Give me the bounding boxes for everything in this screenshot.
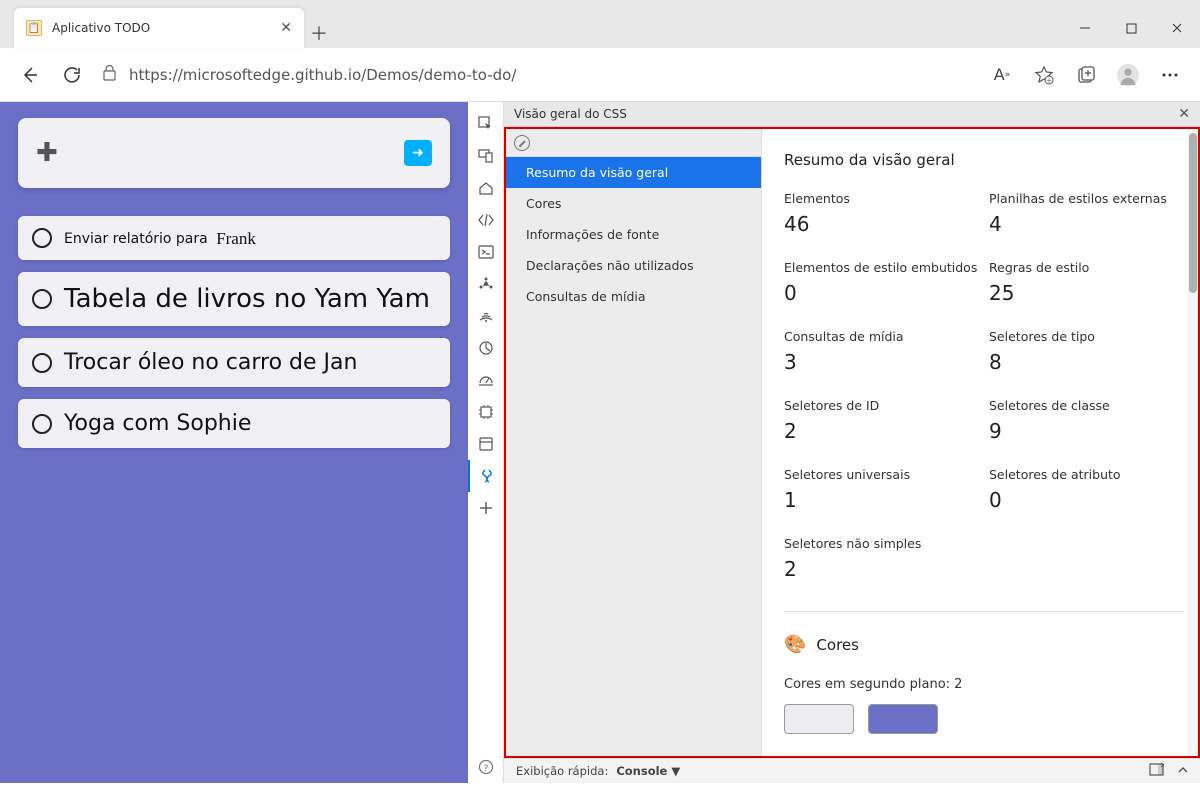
todo-item[interactable]: Trocar óleo no carro de Jan [18, 338, 450, 387]
todo-text: Tabela de livros no Yam Yam [64, 284, 430, 314]
color-swatch[interactable] [868, 704, 938, 734]
css-overview-body: Resumo da visão geral Cores Informações … [504, 127, 1200, 758]
refresh-button[interactable] [60, 63, 84, 87]
console-icon[interactable] [468, 236, 504, 268]
nav-item-summary[interactable]: Resumo da visão geral [506, 157, 761, 188]
todo-text: Enviar relatório para Frank [64, 228, 256, 248]
favorite-button[interactable]: + [1032, 63, 1056, 87]
read-aloud-button[interactable]: A» [990, 63, 1014, 87]
nav-item-media[interactable]: Consultas de mídia [506, 281, 761, 312]
color-swatch[interactable] [784, 704, 854, 734]
todo-item[interactable]: Enviar relatório para Frank [18, 216, 450, 260]
help-icon[interactable]: ? [468, 751, 504, 783]
divider [784, 611, 1184, 612]
summary-stats: Elementos46 Planilhas de estilos externa… [784, 191, 1184, 581]
network-icon[interactable] [468, 300, 504, 332]
new-tab-button[interactable]: ＋ [304, 18, 334, 48]
nav-item-fonts[interactable]: Informações de fonte [506, 219, 761, 250]
add-todo-card[interactable]: ✚ ➜ [18, 118, 450, 188]
todo-checkbox[interactable] [32, 228, 52, 248]
dock-icon[interactable] [1149, 763, 1164, 779]
nav-item-colors[interactable]: Cores [506, 188, 761, 219]
svg-text:+: + [1046, 77, 1052, 85]
profile-button[interactable] [1116, 63, 1140, 87]
submit-button[interactable]: ➜ [404, 140, 432, 166]
footer-dropdown[interactable]: Console ▼ [616, 764, 680, 778]
footer-label: Exibição rápida: [516, 764, 608, 778]
browser-tab[interactable]: 📋 Aplicativo TODO ✕ [14, 8, 304, 48]
address-bar[interactable]: https://microsoftedge.github.io/Demos/de… [102, 64, 972, 85]
collections-button[interactable] [1074, 63, 1098, 87]
application-icon[interactable] [468, 428, 504, 460]
close-panel-button[interactable]: ✕ [1178, 106, 1190, 122]
colors-heading: 🎨 Cores [784, 634, 1184, 655]
welcome-icon[interactable] [468, 172, 504, 204]
todo-checkbox[interactable] [32, 414, 52, 434]
tab-title: Aplicativo TODO [52, 21, 150, 35]
elements-icon[interactable] [468, 204, 504, 236]
lock-icon [102, 64, 117, 85]
memory-icon[interactable] [468, 396, 504, 428]
bg-colors-label: Cores em segundo plano: 2 [784, 677, 1184, 692]
device-icon[interactable] [468, 140, 504, 172]
clear-overview-button[interactable] [514, 135, 530, 151]
scrollbar-thumb[interactable] [1189, 133, 1197, 293]
more-tools-icon[interactable] [468, 492, 504, 524]
devtools-footer: Exibição rápida: Console ▼ [504, 758, 1200, 783]
sources-icon[interactable] [468, 268, 504, 300]
todo-checkbox[interactable] [32, 353, 52, 373]
close-window-button[interactable] [1154, 8, 1200, 48]
expand-drawer-icon[interactable] [1178, 764, 1188, 778]
todo-item[interactable]: Yoga com Sophie [18, 399, 450, 448]
css-overview-details: Resumo da visão geral Elementos46 Planil… [762, 129, 1198, 756]
todo-page: ✚ ➜ Enviar relatório para Frank Tabela d… [0, 102, 468, 783]
browser-toolbar: https://microsoftedge.github.io/Demos/de… [0, 48, 1200, 102]
minimize-button[interactable] [1062, 8, 1108, 48]
scrollbar[interactable] [1188, 129, 1198, 756]
inspect-icon[interactable] [468, 108, 504, 140]
css-overview-icon[interactable] [468, 460, 504, 492]
window-controls [1062, 8, 1200, 48]
svg-text:?: ? [483, 764, 488, 774]
more-button[interactable] [1158, 63, 1182, 87]
panel-title: Visão geral do CSS [514, 107, 627, 121]
devtools-activity-bar: ? [468, 102, 504, 783]
color-swatches [784, 704, 1184, 734]
todo-item[interactable]: Tabela de livros no Yam Yam [18, 272, 450, 326]
todo-text: Yoga com Sophie [64, 411, 251, 436]
palette-icon: 🎨 [784, 634, 806, 655]
devtools-pane: ? Visão geral do CSS ✕ Resumo da visão g… [468, 102, 1200, 783]
todo-checkbox[interactable] [32, 289, 52, 309]
clipboard-icon: 📋 [26, 20, 42, 36]
lighthouse-icon[interactable] [468, 332, 504, 364]
summary-title: Resumo da visão geral [784, 151, 1184, 169]
nav-item-unused[interactable]: Declarações não utilizados [506, 250, 761, 281]
window-titlebar: 📋 Aplicativo TODO ✕ ＋ [0, 0, 1200, 48]
todo-text: Trocar óleo no carro de Jan [64, 350, 357, 375]
performance-icon[interactable] [468, 364, 504, 396]
url-text: https://microsoftedge.github.io/Demos/de… [129, 66, 516, 84]
css-overview-nav: Resumo da visão geral Cores Informações … [506, 129, 762, 756]
plus-icon[interactable]: ✚ [36, 138, 58, 168]
css-overview-header: Visão geral do CSS ✕ [504, 102, 1200, 127]
back-button[interactable] [18, 63, 42, 87]
maximize-button[interactable] [1108, 8, 1154, 48]
close-tab-button[interactable]: ✕ [280, 20, 292, 36]
